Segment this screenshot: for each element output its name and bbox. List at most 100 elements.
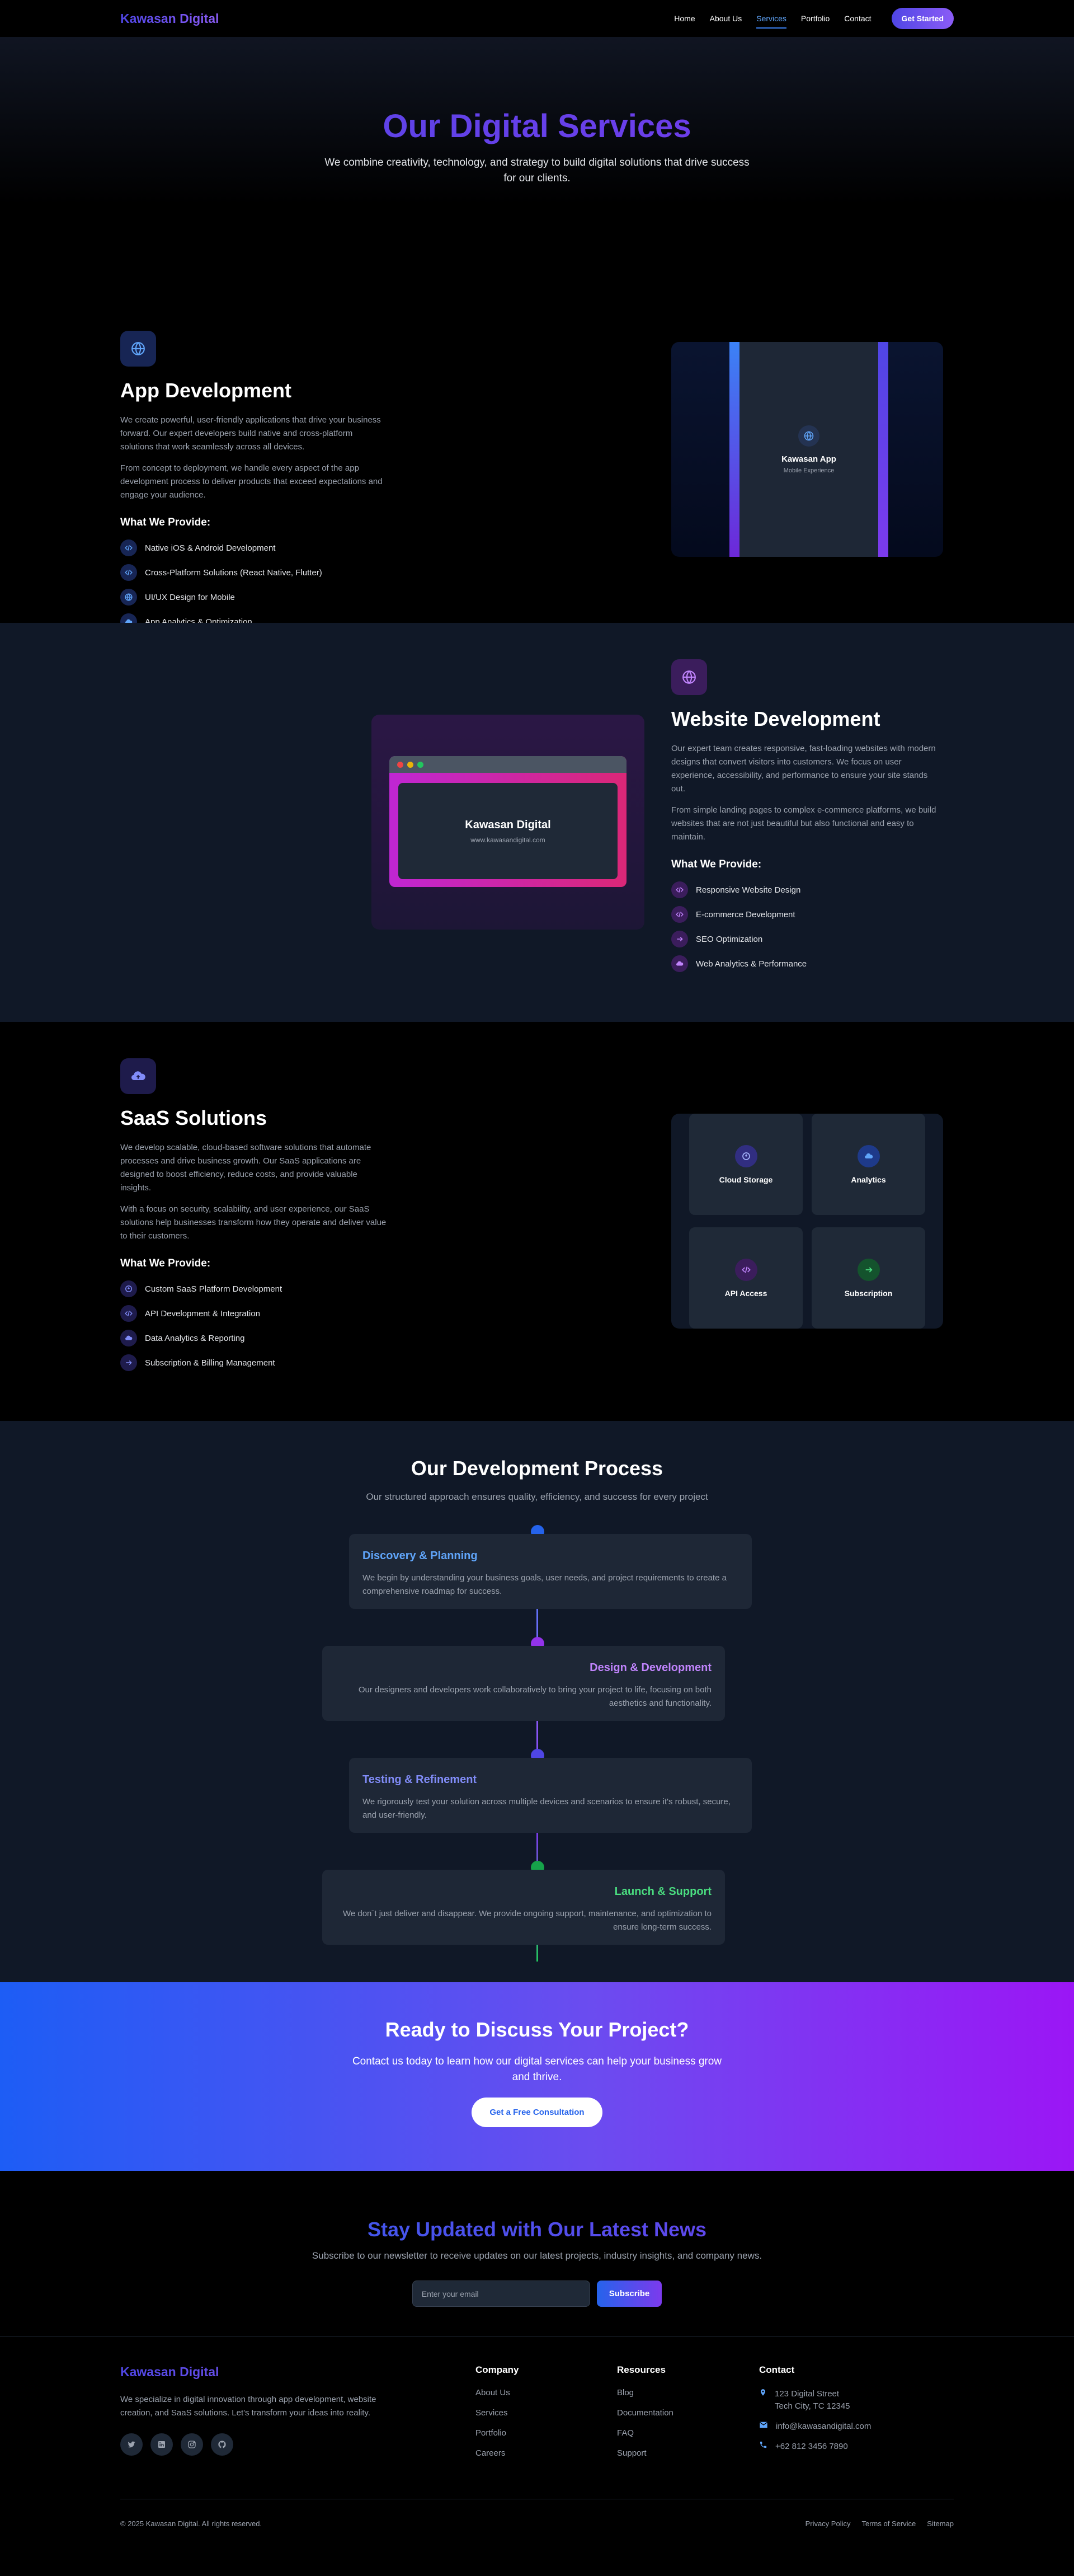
process-step-launch: Launch & Support We don¨t just deliver a… — [322, 1870, 725, 1945]
contact-phone[interactable]: +62 812 3456 7890 — [759, 2441, 871, 2453]
newsletter-section: Stay Updated with Our Latest News Subscr… — [0, 2171, 1074, 2336]
github-icon[interactable] — [211, 2433, 233, 2456]
contact-email[interactable]: info@kawasandigital.com — [759, 2420, 871, 2433]
code-icon — [120, 1305, 137, 1322]
process-title: Our Development Process — [411, 1457, 663, 1480]
app-description-1: We create powerful, user-friendly applic… — [120, 415, 381, 452]
nav-link-home[interactable]: Home — [674, 12, 695, 25]
list-item: API Development & Integration — [120, 1301, 388, 1326]
saas-description-2: With a focus on security, scalability, a… — [120, 1204, 387, 1241]
globe-icon — [120, 589, 137, 606]
list-item: Responsive Website Design — [671, 878, 939, 902]
twitter-icon[interactable] — [120, 2433, 143, 2456]
cta-title: Ready to Discuss Your Project? — [385, 2018, 689, 2041]
tile-api-access: API Access — [689, 1227, 803, 1329]
phone-frame-left — [729, 342, 739, 557]
phone-icon — [759, 2441, 767, 2453]
shield-icon — [120, 1280, 137, 1297]
cta-text: Contact us today to learn how our digita… — [352, 2056, 722, 2083]
code-icon — [671, 906, 688, 923]
list-item: Native iOS & Android Development — [120, 536, 388, 560]
linkedin-icon[interactable] — [150, 2433, 173, 2456]
terms-of-service-link[interactable]: Terms of Service — [861, 2519, 916, 2528]
newsletter-text: Subscribe to our newsletter to receive u… — [312, 2250, 762, 2261]
copyright: © 2025 Kawasan Digital. All rights reser… — [120, 2519, 262, 2528]
arrow-right-icon — [671, 931, 688, 947]
tile-subscription: Subscription — [812, 1227, 925, 1329]
phone-screen: Kawasan App Mobile Experience — [739, 342, 878, 557]
footer-link[interactable]: About Us — [475, 2388, 519, 2408]
process-step-discovery: Discovery & Planning We begin by underst… — [349, 1534, 752, 1609]
app-provide-heading: What We Provide: — [120, 517, 211, 528]
website-development-text: Website Development Our expert team crea… — [671, 659, 939, 976]
footer-link[interactable]: FAQ — [617, 2428, 673, 2448]
website-development-title: Website Development — [671, 707, 880, 730]
map-pin-icon — [759, 2388, 767, 2401]
legal-links: Privacy Policy Terms of Service Sitemap — [805, 2519, 954, 2528]
privacy-policy-link[interactable]: Privacy Policy — [805, 2519, 851, 2528]
hero-section: Our Digital Services We combine creativi… — [0, 37, 1074, 252]
nav-link-about[interactable]: About Us — [710, 12, 742, 25]
saas-provide-heading: What We Provide: — [120, 1257, 211, 1269]
arrow-right-icon — [120, 1354, 137, 1371]
minimize-dot-icon — [407, 761, 413, 768]
saas-solutions-section: SaaS Solutions We develop scalable, clou… — [0, 1022, 1074, 1421]
sitemap-link[interactable]: Sitemap — [927, 2519, 954, 2528]
nav-link-services[interactable]: Services — [756, 12, 786, 29]
tile-analytics: Analytics — [812, 1114, 925, 1215]
globe-icon — [798, 425, 819, 447]
nav-link-contact[interactable]: Contact — [844, 12, 871, 25]
page-title: Our Digital Services — [0, 107, 1074, 145]
web-description-2: From simple landing pages to complex e-c… — [671, 805, 936, 842]
footer-link[interactable]: Careers — [475, 2448, 519, 2469]
newsletter-form: Subscribe — [0, 2281, 1074, 2307]
app-feature-list: Native iOS & Android Development Cross-P… — [120, 536, 388, 634]
footer: Kawasan Digital We specialize in digital… — [0, 2336, 1074, 2575]
browser-toolbar — [389, 756, 626, 773]
social-links — [120, 2433, 383, 2456]
mail-icon — [759, 2420, 768, 2433]
footer-bottom: © 2025 Kawasan Digital. All rights reser… — [120, 2499, 954, 2528]
footer-link[interactable]: Blog — [617, 2388, 673, 2408]
cloud-upload-icon — [120, 1058, 156, 1094]
saas-mockup: Cloud Storage Analytics API Access Subsc… — [671, 1114, 943, 1329]
list-item: Web Analytics & Performance — [671, 951, 939, 976]
mockup-app-subtitle: Mobile Experience — [783, 467, 835, 474]
nav-link-portfolio[interactable]: Portfolio — [801, 12, 830, 25]
saas-feature-list: Custom SaaS Platform Development API Dev… — [120, 1277, 388, 1375]
subscribe-button[interactable]: Subscribe — [596, 2281, 662, 2307]
brand-logo[interactable]: Kawasan Digital — [120, 11, 219, 26]
process-subtitle: Our structured approach ensures quality,… — [366, 1491, 708, 1502]
email-input[interactable] — [412, 2281, 590, 2307]
nav-links: Home About Us Services Portfolio Contact… — [674, 8, 954, 29]
process-section: Our Development Process Our structured a… — [0, 1421, 1074, 1982]
footer-resources: Resources Blog Documentation FAQ Support — [617, 2364, 673, 2469]
footer-link[interactable]: Documentation — [617, 2408, 673, 2428]
footer-logo[interactable]: Kawasan Digital — [120, 2364, 383, 2380]
website-mockup: Kawasan Digital www.kawasandigital.com — [371, 715, 644, 930]
tile-cloud-storage: Cloud Storage — [689, 1114, 803, 1215]
list-item: UI/UX Design for Mobile — [120, 585, 388, 609]
hero-subtitle: We combine creativity, technology, and s… — [324, 157, 750, 184]
top-nav: Kawasan Digital Home About Us Services P… — [0, 0, 1074, 37]
app-development-text: App Development We create powerful, user… — [120, 331, 388, 634]
footer-link[interactable]: Services — [475, 2408, 519, 2428]
list-item: Custom SaaS Platform Development — [120, 1277, 388, 1301]
code-icon — [734, 1258, 757, 1281]
list-item: Subscription & Billing Management — [120, 1350, 388, 1375]
saas-description-1: We develop scalable, cloud-based softwar… — [120, 1143, 371, 1193]
free-consultation-button[interactable]: Get a Free Consultation — [472, 2098, 602, 2127]
browser-content: Kawasan Digital www.kawasandigital.com — [398, 783, 618, 879]
browser-window: Kawasan Digital www.kawasandigital.com — [389, 756, 626, 887]
mockup-site-title: Kawasan Digital — [465, 818, 551, 831]
web-provide-heading: What We Provide: — [671, 858, 762, 870]
footer-link[interactable]: Support — [617, 2448, 673, 2469]
saas-solutions-text: SaaS Solutions We develop scalable, clou… — [120, 1058, 388, 1375]
instagram-icon[interactable] — [181, 2433, 203, 2456]
list-item: Cross-Platform Solutions (React Native, … — [120, 560, 388, 585]
shield-icon — [734, 1144, 757, 1167]
get-started-button[interactable]: Get Started — [891, 8, 954, 29]
cloud-upload-icon — [671, 955, 688, 972]
footer-link[interactable]: Portfolio — [475, 2428, 519, 2448]
list-item: E-commerce Development — [671, 902, 939, 927]
